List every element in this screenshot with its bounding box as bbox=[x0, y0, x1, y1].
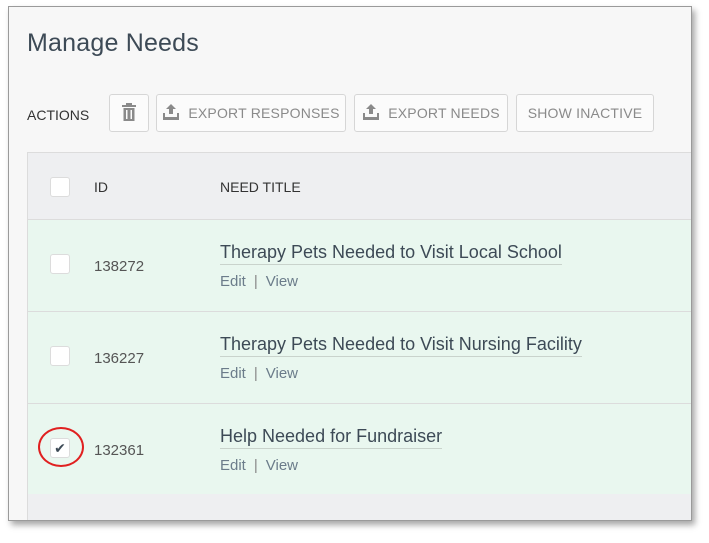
row-actions: Edit | View bbox=[220, 365, 298, 382]
delete-button[interactable] bbox=[109, 94, 149, 132]
export-needs-button[interactable]: EXPORT NEEDS bbox=[354, 94, 508, 132]
upload-icon bbox=[362, 103, 380, 123]
row-title-link[interactable]: Help Needed for Fundraiser bbox=[220, 426, 443, 449]
row-checkbox[interactable] bbox=[50, 254, 70, 274]
column-header-title: NEED TITLE bbox=[220, 179, 301, 195]
row-id: 132361 bbox=[94, 442, 145, 459]
row-id: 138272 bbox=[94, 258, 145, 275]
edit-link[interactable]: Edit bbox=[220, 273, 246, 290]
edit-link[interactable]: Edit bbox=[220, 457, 246, 474]
link-separator: | bbox=[253, 273, 258, 290]
row-title-link[interactable]: Therapy Pets Needed to Visit Nursing Fac… bbox=[220, 334, 582, 357]
select-all-checkbox[interactable] bbox=[50, 177, 70, 197]
row-checkbox[interactable] bbox=[50, 346, 70, 366]
edit-link[interactable]: Edit bbox=[220, 365, 246, 382]
export-responses-button[interactable]: EXPORT RESPONSES bbox=[156, 94, 346, 132]
highlight-circle-annotation bbox=[38, 427, 84, 467]
link-separator: | bbox=[253, 365, 258, 382]
row-actions: Edit | View bbox=[220, 273, 298, 290]
row-id: 136227 bbox=[94, 350, 145, 367]
needs-table: ID NEED TITLE 138272 Therapy Pets Needed… bbox=[27, 152, 691, 520]
manage-needs-window: Manage Needs ACTIONS EXPORT RESPONSES EX… bbox=[8, 6, 692, 521]
upload-icon bbox=[162, 103, 180, 123]
row-actions: Edit | View bbox=[220, 457, 298, 474]
column-header-id: ID bbox=[94, 179, 108, 195]
trash-icon bbox=[122, 102, 136, 124]
table-row: 136227 Therapy Pets Needed to Visit Nurs… bbox=[28, 312, 691, 404]
view-link[interactable]: View bbox=[266, 457, 298, 474]
table-footer bbox=[28, 494, 691, 520]
table-row: ✔ 132361 Help Needed for Fundraiser Edit… bbox=[28, 404, 691, 496]
link-separator: | bbox=[253, 457, 258, 474]
table-row: 138272 Therapy Pets Needed to Visit Loca… bbox=[28, 220, 691, 312]
actions-label: ACTIONS bbox=[27, 107, 90, 123]
view-link[interactable]: View bbox=[266, 273, 298, 290]
export-needs-label: EXPORT NEEDS bbox=[388, 105, 500, 121]
view-link[interactable]: View bbox=[266, 365, 298, 382]
table-header: ID NEED TITLE bbox=[28, 153, 691, 220]
show-inactive-label: SHOW INACTIVE bbox=[527, 105, 643, 121]
export-responses-label: EXPORT RESPONSES bbox=[188, 105, 340, 121]
show-inactive-button[interactable]: SHOW INACTIVE bbox=[516, 94, 654, 132]
page-title: Manage Needs bbox=[27, 29, 199, 57]
row-title-link[interactable]: Therapy Pets Needed to Visit Local Schoo… bbox=[220, 242, 562, 265]
